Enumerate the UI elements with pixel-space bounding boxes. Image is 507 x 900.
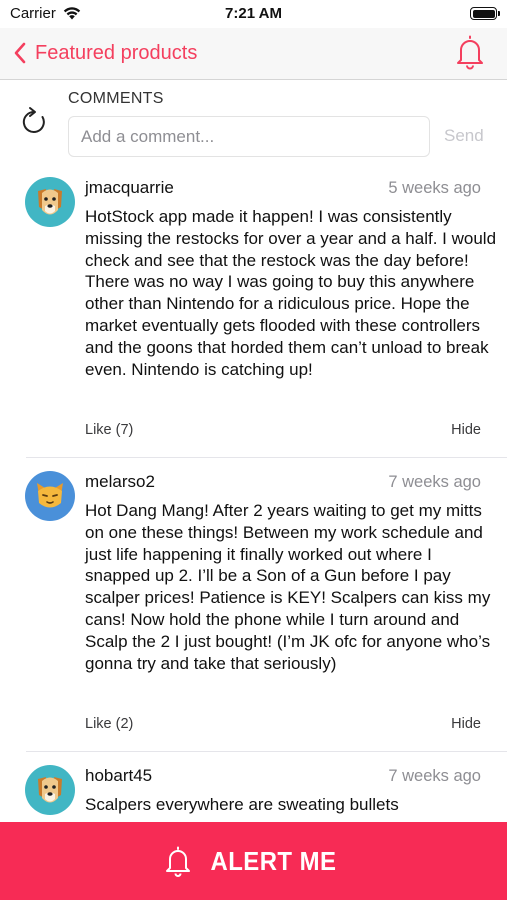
comments-title: COMMENTS	[68, 90, 164, 107]
comment-body: HotStock app made it happen! I was consi…	[85, 207, 497, 379]
back-button[interactable]: Featured products	[12, 38, 197, 68]
comment-item: hobart45 7 weeks ago Scalpers everywhere…	[0, 765, 507, 822]
alert-me-button[interactable]: ALERT ME	[0, 822, 507, 900]
clock: 7:21 AM	[225, 5, 282, 22]
bell-icon	[166, 846, 191, 877]
dog-avatar	[25, 765, 75, 815]
like-button[interactable]: Like (2)	[85, 716, 133, 732]
divider	[26, 457, 507, 458]
status-bar: Carrier 7:21 AM	[0, 0, 507, 28]
cat-avatar	[25, 471, 75, 521]
comment-username[interactable]: hobart45	[85, 766, 152, 786]
hide-button[interactable]: Hide	[451, 716, 481, 732]
comment-username[interactable]: melarso2	[85, 472, 155, 492]
comment-time: 7 weeks ago	[388, 767, 481, 785]
battery-icon	[470, 7, 500, 20]
navigation-bar: Featured products	[0, 28, 507, 80]
comment-input[interactable]	[68, 116, 430, 157]
like-button[interactable]: Like (7)	[85, 422, 133, 438]
comment-item: jmacquarrie 5 weeks ago HotStock app mad…	[0, 177, 507, 457]
comment-body: Hot Dang Mang! After 2 years waiting to …	[85, 501, 491, 673]
comment-time: 5 weeks ago	[388, 179, 481, 197]
dog-avatar	[25, 177, 75, 227]
comment-username[interactable]: jmacquarrie	[85, 178, 174, 198]
comment-body: Scalpers everywhere are sweating bullets	[85, 795, 399, 814]
chevron-left-icon	[14, 42, 26, 64]
bell-icon[interactable]	[455, 34, 485, 70]
alert-me-label: ALERT ME	[210, 845, 337, 876]
back-button-label: Featured products	[35, 41, 198, 64]
send-button[interactable]: Send	[444, 126, 484, 146]
hide-button[interactable]: Hide	[451, 422, 481, 438]
divider	[26, 751, 507, 752]
refresh-icon[interactable]	[20, 105, 50, 137]
comment-item: melarso2 7 weeks ago Hot Dang Mang! Afte…	[0, 471, 507, 751]
comment-time: 7 weeks ago	[388, 473, 481, 491]
